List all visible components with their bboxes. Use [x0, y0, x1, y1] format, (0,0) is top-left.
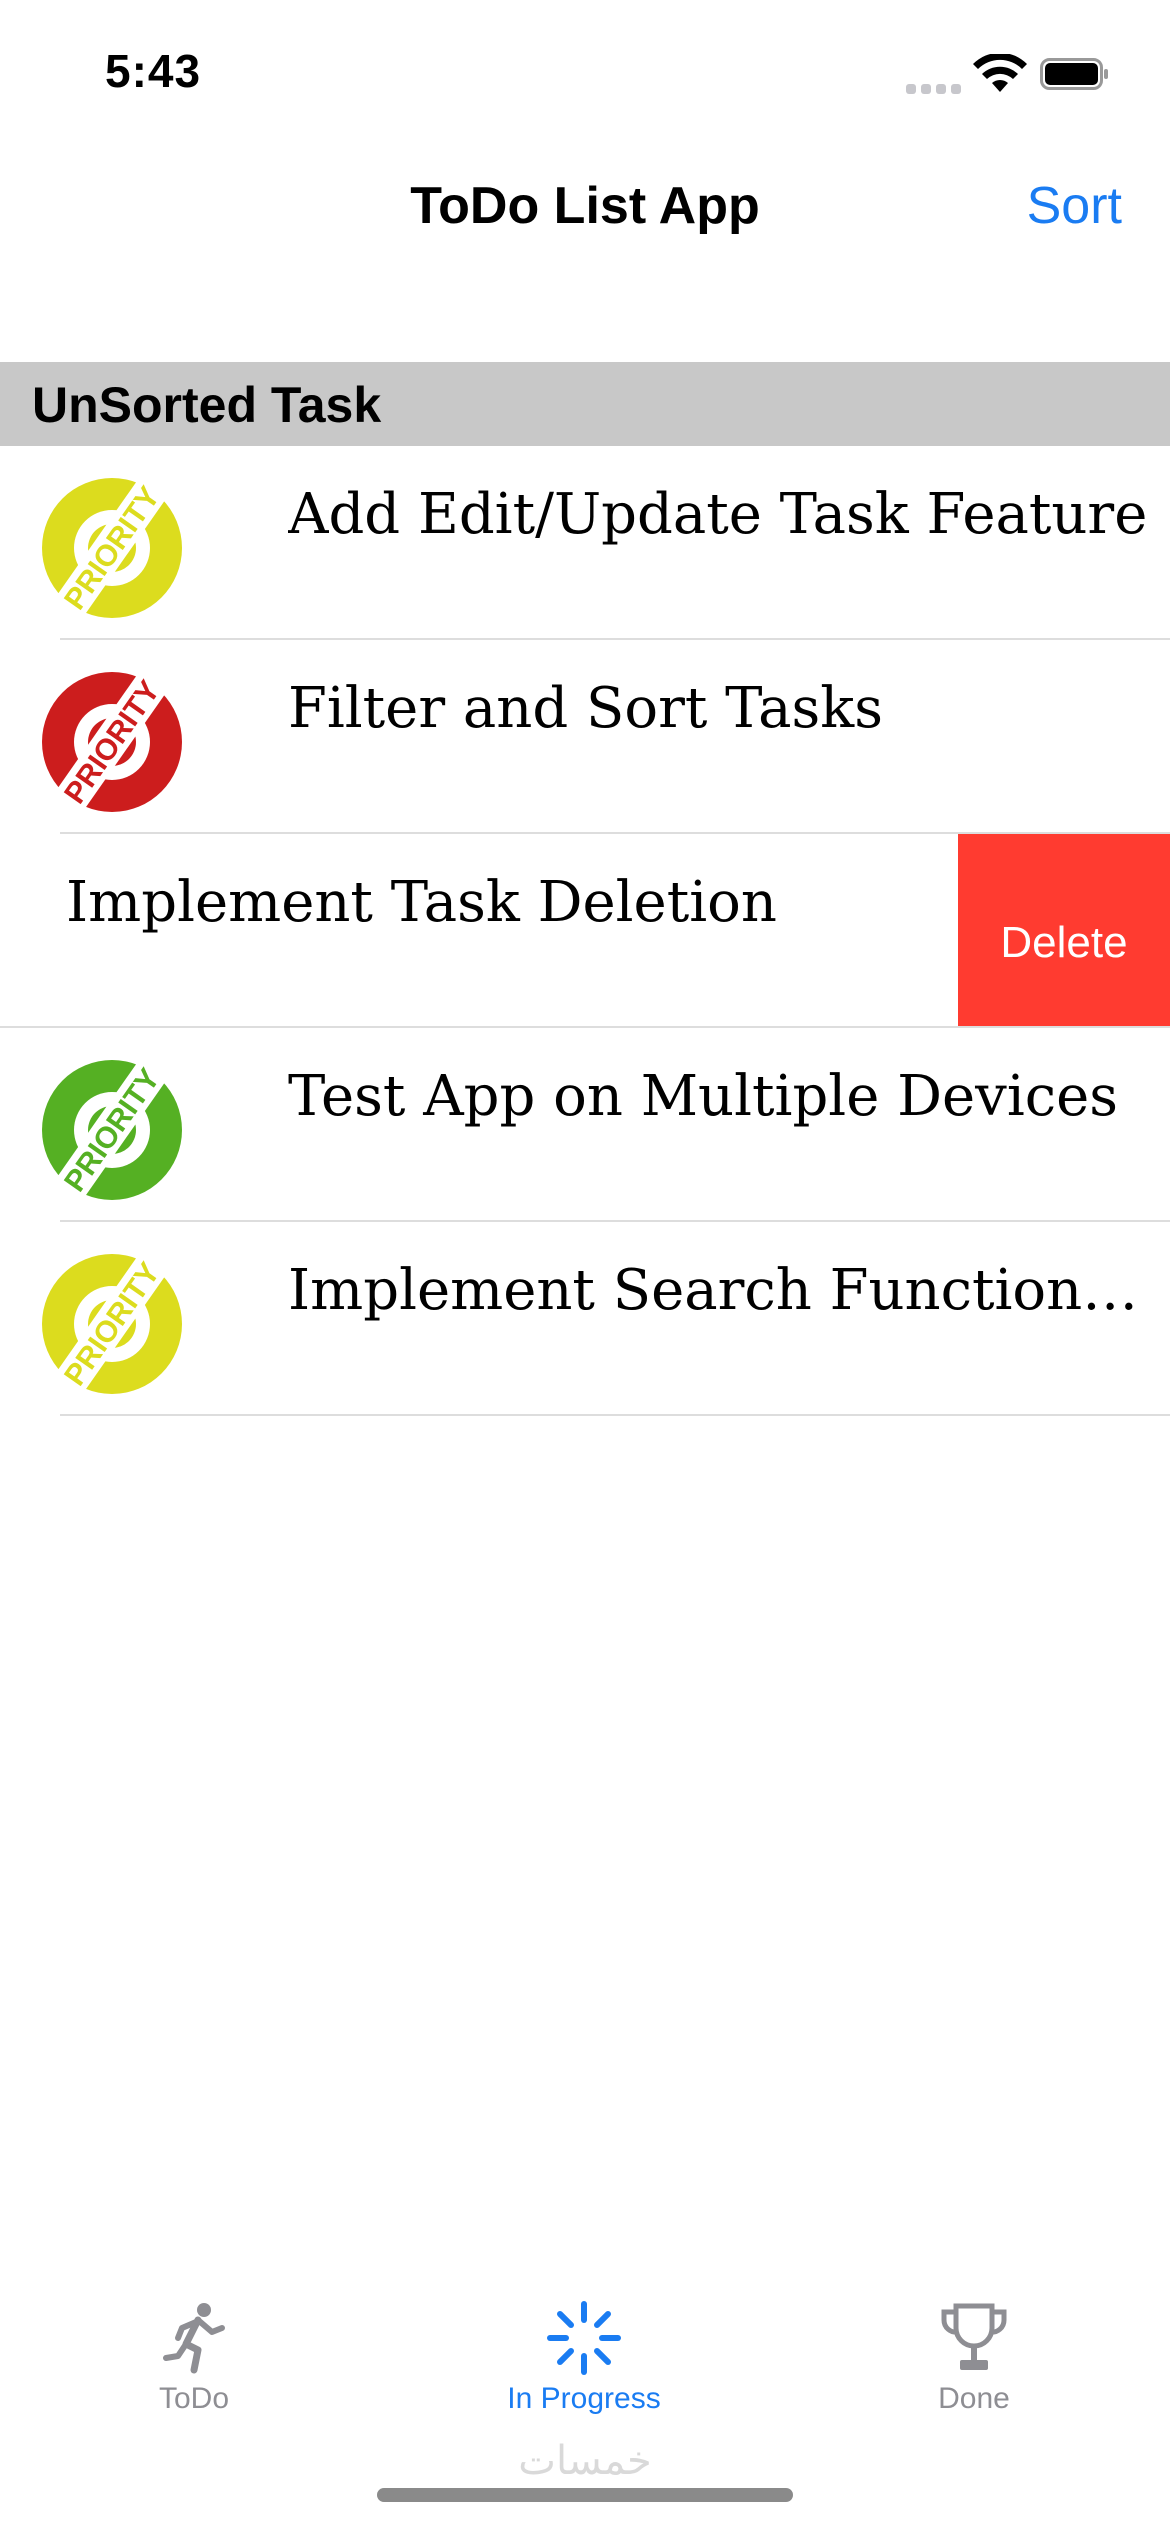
home-indicator[interactable] — [377, 2488, 793, 2502]
section-header: UnSorted Task — [0, 362, 1170, 446]
section-title: UnSorted Task — [32, 377, 382, 433]
priority-badge-icon: PRIORITY — [42, 1056, 182, 1204]
tab-in-progress[interactable]: In Progress — [434, 2280, 734, 2416]
watermark: خمسات — [518, 2439, 652, 2483]
sort-button[interactable]: Sort — [1027, 176, 1122, 236]
task-row[interactable]: PRIORITY Add Edit/Update Task Feature — [0, 446, 1170, 640]
priority-badge-icon: PRIORITY — [42, 668, 182, 816]
page-title: ToDo List App — [410, 177, 760, 235]
task-row[interactable]: PRIORITY Implement Search Functionality — [0, 1222, 1170, 1416]
wifi-icon — [973, 54, 1027, 92]
tab-label: Done — [938, 2382, 1010, 2415]
cellular-signal-icon — [906, 80, 962, 94]
trophy-icon — [941, 2303, 1007, 2370]
priority-badge-icon: PRIORITY — [42, 1250, 182, 1398]
row-separator — [60, 1414, 1170, 1416]
task-title: Add Edit/Update Task Feature — [288, 482, 1148, 547]
status-time: 5:43 — [105, 45, 202, 97]
task-row[interactable]: PRIORITY Filter and Sort Tasks — [0, 640, 1170, 834]
task-title: Filter and Sort Tasks — [288, 676, 883, 741]
tab-done[interactable]: Done — [824, 2280, 1124, 2416]
delete-button[interactable]: Delete — [958, 834, 1170, 1028]
priority-badge-icon: PRIORITY — [42, 474, 182, 622]
task-row-swiped[interactable]: Implement Task Deletion Delete — [0, 834, 1170, 1028]
battery-icon — [1040, 58, 1108, 90]
task-title: Implement Search Functionality — [288, 1258, 1164, 1323]
tab-label: ToDo — [158, 2382, 230, 2415]
task-list: PRIORITY Add Edit/Update Task Feature PR… — [0, 446, 1170, 1416]
running-figure-icon — [163, 2303, 225, 2374]
task-row[interactable]: PRIORITY Test App on Multiple Devices — [0, 1028, 1170, 1222]
tab-label: In Progress — [507, 2382, 661, 2415]
task-title: Test App on Multiple Devices — [288, 1064, 1118, 1129]
tab-todo[interactable]: ToDo — [44, 2280, 344, 2416]
status-bar: 5:43 — [0, 0, 1170, 150]
progress-spinner-icon — [547, 2301, 621, 2375]
